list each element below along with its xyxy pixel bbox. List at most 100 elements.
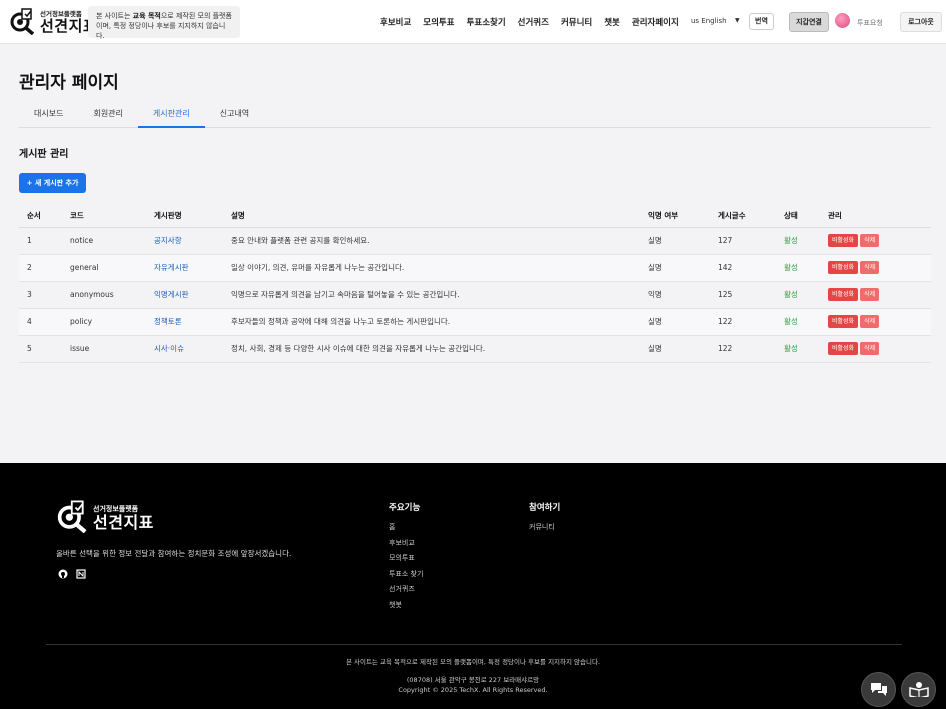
table-row: 3 anonymous 익명게시판 익명으로 자유롭게 의견을 남기고 속마음을… [19, 281, 931, 309]
chat-button[interactable] [861, 672, 896, 707]
translate-button[interactable]: 번역 [749, 13, 774, 30]
nav-mock-vote[interactable]: 모의투표 [423, 16, 454, 28]
tab-dashboard[interactable]: 대시보드 [19, 100, 78, 128]
row-actions: 비활성화 삭제 [820, 308, 931, 336]
footer-link-community[interactable]: 커뮤니티 [529, 522, 560, 538]
row-order: 3 [19, 281, 62, 309]
notice-bold: 교육 목적 [132, 12, 161, 20]
page-title: 관리자 페이지 [19, 73, 119, 93]
footer-link-candidate-compare[interactable]: 후보비교 [389, 538, 423, 554]
footer-link-quiz[interactable]: 선거퀴즈 [389, 584, 423, 600]
nav-community[interactable]: 커뮤니티 [561, 16, 592, 28]
nav-chatbot[interactable]: 챗봇 [604, 16, 620, 28]
col-post-count: 게시글수 [710, 205, 776, 228]
book-reader-icon [908, 681, 929, 699]
row-anonymous: 익명 [640, 281, 710, 309]
row-status: 활성 [776, 308, 820, 336]
deactivate-button[interactable]: 비활성화 [828, 315, 859, 328]
row-board-name[interactable]: 시사·이슈 [146, 335, 223, 363]
col-manage: 관리 [820, 205, 931, 228]
footer-disclaimer: 본 사이트는 교육 목적으로 제작된 모의 플랫폼이며, 특정 정당이나 후보를… [345, 658, 601, 666]
vote-request-link[interactable]: 투표요청 [857, 18, 883, 28]
heart-icon[interactable] [835, 13, 850, 28]
logo-magnifier-icon [9, 7, 37, 36]
delete-button[interactable]: 삭제 [860, 315, 880, 328]
row-order: 2 [19, 254, 62, 282]
deactivate-button[interactable]: 비활성화 [828, 234, 859, 247]
delete-button[interactable]: 삭제 [860, 261, 880, 274]
col-order: 순서 [19, 205, 62, 228]
col-name: 게시판명 [146, 205, 223, 228]
row-board-name[interactable]: 자유게시판 [146, 254, 223, 282]
tab-members[interactable]: 회원관리 [78, 100, 137, 128]
site-footer: 선거정보플랫폼 선견지표 올바른 선택을 위한 정보 전달과 참여하는 정치문화… [0, 463, 946, 709]
row-code: anonymous [62, 281, 146, 309]
add-board-button[interactable]: + 새 게시판 추가 [19, 173, 86, 193]
nav-polling-place[interactable]: 투표소찾기 [467, 16, 506, 28]
delete-button[interactable]: 삭제 [860, 288, 880, 301]
footer-description: 올바른 선택을 위한 정보 전달과 참여하는 정치문화 조성에 앞장서겠습니다. [56, 549, 292, 558]
nav-admin-page[interactable]: 관리자페이지 [632, 16, 679, 28]
row-order: 1 [19, 227, 62, 255]
footer-link-chatbot[interactable]: 챗봇 [389, 600, 423, 616]
row-order: 4 [19, 308, 62, 336]
delete-button[interactable]: 삭제 [860, 342, 880, 355]
chat-bubbles-icon [870, 682, 888, 698]
footer-logo-title: 선견지표 [93, 512, 154, 532]
nav-candidate-compare[interactable]: 후보비교 [380, 16, 411, 28]
row-actions: 비활성화 삭제 [820, 227, 931, 255]
row-status: 활성 [776, 254, 820, 282]
footer-features-column: 주요기능 홈 후보비교 모의투표 투표소 찾기 선거퀴즈 챗봇 [389, 501, 423, 615]
row-description: 익명으로 자유롭게 의견을 남기고 속마음을 털어놓을 수 있는 공간입니다. [223, 281, 640, 309]
disclaimer-notice: 본 사이트는 교육 목적으로 제작된 모의 플랫폼 이며, 특정 정당이나 후보… [88, 6, 240, 40]
logout-button[interactable]: 로그아웃 [900, 12, 942, 32]
row-status: 활성 [776, 227, 820, 255]
footer-link-mock-vote[interactable]: 모의투표 [389, 553, 423, 569]
guide-button[interactable] [901, 672, 936, 707]
footer-logo[interactable]: 선거정보플랫폼 선견지표 [56, 499, 154, 535]
row-anonymous: 실명 [640, 308, 710, 336]
footer-participate-column: 참여하기 커뮤니티 [529, 501, 560, 538]
row-code: issue [62, 335, 146, 363]
footer-link-polling-place[interactable]: 투표소 찾기 [389, 569, 423, 585]
row-board-name[interactable]: 익명게시판 [146, 281, 223, 309]
col-code: 코드 [62, 205, 146, 228]
chevron-down-icon[interactable]: ▼ [735, 17, 740, 24]
notion-icon[interactable] [76, 569, 86, 579]
deactivate-button[interactable]: 비활성화 [828, 288, 859, 301]
footer-participate-title: 참여하기 [529, 503, 561, 513]
deactivate-button[interactable]: 비활성화 [828, 261, 859, 274]
row-actions: 비활성화 삭제 [820, 335, 931, 363]
site-logo[interactable]: 선거정보플랫폼 선견지표 [9, 7, 97, 36]
row-description: 일상 이야기, 의견, 유머를 자유롭게 나누는 공간입니다. [223, 254, 640, 282]
main-nav: 후보비교 모의투표 투표소찾기 선거퀴즈 커뮤니티 챗봇 관리자페이지 [380, 16, 691, 28]
table-row: 2 general 자유게시판 일상 이야기, 의견, 유머를 자유롭게 나누는… [19, 254, 931, 282]
col-status: 상태 [776, 205, 820, 228]
admin-tabs: 대시보드 회원관리 게시판관리 신고내역 [19, 100, 931, 128]
github-icon[interactable] [58, 569, 68, 579]
connect-wallet-button[interactable]: 지갑연결 [789, 12, 829, 32]
row-board-name[interactable]: 정책토론 [146, 308, 223, 336]
footer-link-home[interactable]: 홈 [389, 522, 423, 538]
row-anonymous: 실명 [640, 335, 710, 363]
table-row: 1 notice 공지사항 중요 안내와 플랫폼 관련 공지를 확인하세요. 실… [19, 227, 931, 255]
row-actions: 비활성화 삭제 [820, 254, 931, 282]
footer-divider [46, 644, 902, 645]
row-code: notice [62, 227, 146, 255]
row-status: 활성 [776, 281, 820, 309]
row-description: 중요 안내와 플랫폼 관련 공지를 확인하세요. [223, 227, 640, 255]
tab-boards[interactable]: 게시판관리 [137, 100, 205, 128]
language-select[interactable]: us English [691, 17, 727, 25]
row-post-count: 142 [710, 254, 776, 282]
delete-button[interactable]: 삭제 [860, 234, 880, 247]
col-anonymous: 익명 여부 [640, 205, 710, 228]
row-status: 활성 [776, 335, 820, 363]
deactivate-button[interactable]: 비활성화 [828, 342, 859, 355]
row-board-name[interactable]: 공지사항 [146, 227, 223, 255]
section-title: 게시판 관리 [19, 149, 69, 160]
logo-magnifier-icon [56, 499, 90, 535]
tab-reports[interactable]: 신고내역 [205, 100, 264, 128]
notice-rest: 으로 제작된 모의 플랫폼 [160, 12, 232, 20]
nav-election-quiz[interactable]: 선거퀴즈 [518, 16, 549, 28]
row-code: general [62, 254, 146, 282]
